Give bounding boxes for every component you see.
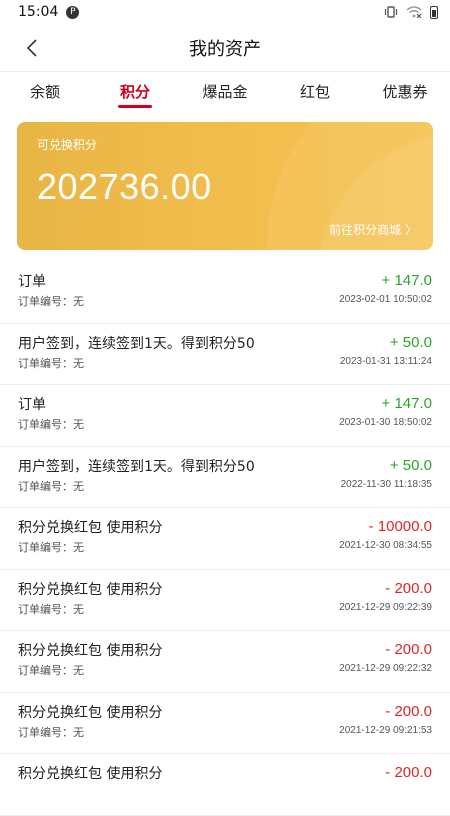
record-order-number: 订单编号：无 <box>18 602 84 616</box>
page-title: 我的资产 <box>189 38 261 60</box>
record-amount: + 147.0 <box>381 395 432 412</box>
record-time: 2023-01-30 18:50:02 <box>339 417 432 428</box>
vibrate-icon <box>384 6 398 18</box>
record-time: 2022-11-30 11:18:35 <box>340 478 432 490</box>
list-item[interactable]: 用户签到，连续签到1天。得到积分50 订单编号：无 + 50.0 2022-11… <box>0 447 450 508</box>
record-amount: + 147.0 <box>381 272 432 289</box>
tab-hot-gold[interactable]: 爆品金 <box>180 72 270 112</box>
record-amount: - 200.0 <box>385 764 432 781</box>
record-amount: - 10000.0 <box>368 518 432 535</box>
asset-tabs: 余额 积分 爆品金 红包 优惠券 <box>0 72 450 112</box>
record-title: 积分兑换红包 使用积分 <box>18 704 163 721</box>
record-amount: + 50.0 <box>389 456 432 474</box>
record-time: 2021-12-29 09:21:53 <box>339 724 432 736</box>
tab-label: 余额 <box>29 83 60 101</box>
record-order-number: 订单编号：无 <box>18 664 84 677</box>
record-order-number: 订单编号：无 <box>18 418 84 431</box>
status-bar: 15:04 P <box>0 0 450 24</box>
record-title: 订单 <box>18 397 46 413</box>
chevron-left-icon <box>26 39 37 57</box>
tab-label: 优惠券 <box>382 83 428 101</box>
list-item[interactable]: 订单 订单编号：无 + 147.0 2023-01-30 18:50:02 <box>0 385 450 447</box>
list-item[interactable]: 积分兑换红包 使用积分 - 200.0 <box>0 754 450 816</box>
record-amount: - 200.0 <box>385 702 432 720</box>
list-item[interactable]: 积分兑换红包 使用积分 订单编号：无 - 200.0 2021-12-29 09… <box>0 570 450 631</box>
list-item[interactable]: 订单 订单编号：无 + 147.0 2023-02-01 10:50:02 <box>0 262 450 324</box>
record-time: 2023-02-01 10:50:02 <box>339 294 432 305</box>
record-title: 积分兑换红包 使用积分 <box>18 581 163 598</box>
list-item[interactable]: 积分兑换红包 使用积分 订单编号：无 - 200.0 2021-12-29 09… <box>0 693 450 754</box>
points-label: 可兑换积分 <box>37 138 98 152</box>
status-left: 15:04 P <box>18 4 80 20</box>
record-title: 用户签到，连续签到1天。得到积分50 <box>18 458 255 475</box>
record-amount: + 50.0 <box>389 333 432 351</box>
record-time: 2023-01-31 13:11:24 <box>339 355 432 367</box>
wifi-off-icon <box>406 6 422 18</box>
tab-red-packet[interactable]: 红包 <box>270 72 360 112</box>
status-time: 15:04 <box>18 4 59 20</box>
points-amount: 202736.00 <box>37 166 212 207</box>
record-time: 2021-12-30 08:34:55 <box>339 540 432 551</box>
record-order-number: 订单编号：无 <box>18 295 84 308</box>
battery-icon <box>430 5 438 19</box>
record-title: 订单 <box>18 274 46 290</box>
record-order-number: 订单编号：无 <box>18 541 84 554</box>
list-item[interactable]: 积分兑换红包 使用积分 订单编号：无 - 10000.0 2021-12-30 … <box>0 508 450 570</box>
points-record-list: 订单 订单编号：无 + 147.0 2023-02-01 10:50:02 用户… <box>0 262 450 816</box>
record-time: 2021-12-29 09:22:39 <box>339 601 432 613</box>
record-time: 2021-12-29 09:22:32 <box>339 663 432 674</box>
record-amount: - 200.0 <box>385 641 432 658</box>
tab-points[interactable]: 积分 <box>90 72 180 112</box>
record-title: 用户签到，连续签到1天。得到积分50 <box>18 335 255 352</box>
back-button[interactable] <box>20 36 44 60</box>
record-order-number: 订单编号：无 <box>18 356 84 370</box>
record-title: 积分兑换红包 使用积分 <box>18 643 163 659</box>
record-order-number: 订单编号：无 <box>18 725 84 739</box>
record-title: 积分兑换红包 使用积分 <box>18 520 163 536</box>
points-mall-link[interactable]: 前往积分商城 〉 <box>329 221 417 238</box>
app-notification-icon: P <box>66 5 80 19</box>
list-item[interactable]: 积分兑换红包 使用积分 订单编号：无 - 200.0 2021-12-29 09… <box>0 631 450 693</box>
record-order-number: 订单编号：无 <box>18 479 84 493</box>
list-item[interactable]: 用户签到，连续签到1天。得到积分50 订单编号：无 + 50.0 2023-01… <box>0 324 450 385</box>
tab-balance[interactable]: 余额 <box>0 72 90 112</box>
tab-label: 积分 <box>119 83 150 101</box>
tab-label: 爆品金 <box>202 83 248 101</box>
tab-coupons[interactable]: 优惠券 <box>360 72 450 112</box>
nav-bar: 我的资产 <box>0 24 450 72</box>
points-card: 可兑换积分 202736.00 前往积分商城 〉 <box>17 122 433 250</box>
record-title: 积分兑换红包 使用积分 <box>18 766 163 782</box>
tab-label: 红包 <box>299 83 330 101</box>
status-right <box>384 5 438 19</box>
record-amount: - 200.0 <box>385 579 432 597</box>
